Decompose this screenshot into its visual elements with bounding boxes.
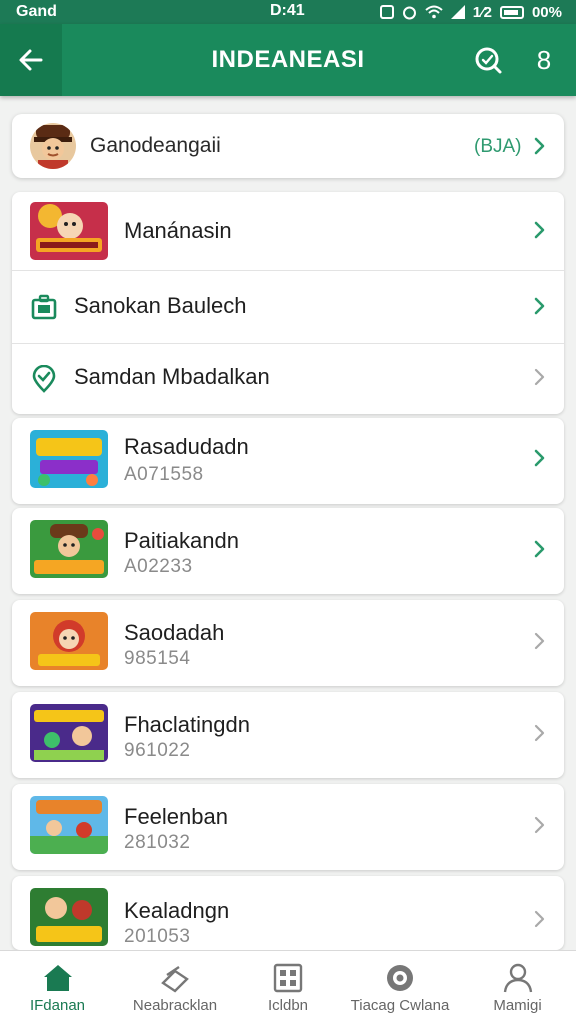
game-card[interactable]: Rasadudadn A071558 <box>12 418 564 504</box>
nav-label: Tiacag Cwlana <box>350 997 450 1014</box>
game-title: Saodadah <box>124 620 225 645</box>
nav-label: Icldbn <box>267 997 309 1014</box>
chevron-right-icon <box>534 368 545 386</box>
list-item[interactable]: Manánasin <box>12 192 564 270</box>
wifi-icon <box>425 5 443 19</box>
game-thumbnail-icon <box>30 520 108 578</box>
back-button[interactable] <box>0 24 62 96</box>
list-item[interactable]: Samdan Mbadalkan <box>12 344 564 414</box>
nav-label: IFdanan <box>29 997 86 1014</box>
game-card[interactable]: Fhaclatingdn 961022 <box>12 692 564 778</box>
search-button[interactable] <box>470 42 506 78</box>
battery-icon <box>499 5 524 19</box>
battery-level: 00% <box>531 3 562 21</box>
status-time: D:41 <box>270 2 305 19</box>
game-thumbnail-icon <box>30 796 108 854</box>
chevron-right-icon <box>534 816 545 834</box>
game-subtitle: A02233 <box>124 556 193 577</box>
briefcase-icon <box>31 294 57 320</box>
game-title: Rasadudadn <box>124 434 249 459</box>
status-icons: 1⁄2 00% <box>379 3 562 21</box>
game-title: Kealadngn <box>124 898 230 923</box>
nav-item-target[interactable]: Tiacag Cwlana <box>341 951 459 1024</box>
chevron-right-icon <box>534 910 545 928</box>
game-thumbnail-icon <box>30 612 108 670</box>
home-icon <box>42 963 74 993</box>
game-card[interactable]: Kealadngn 201053 <box>12 876 564 950</box>
chevron-right-icon <box>534 724 545 742</box>
alarm-icon <box>402 5 417 20</box>
game-subtitle: 985154 <box>124 648 191 669</box>
list-item-label: Samdan Mbadalkan <box>74 364 270 389</box>
nav-label: Mamigi <box>493 997 542 1014</box>
chevron-right-icon <box>534 540 545 558</box>
carrier-label: Gand <box>16 3 57 20</box>
profile-name: Ganodeangaii <box>90 134 221 157</box>
status-icons-text: 1⁄2 <box>472 3 492 21</box>
grid-icon <box>272 963 304 993</box>
arrow-left-icon <box>19 49 43 71</box>
bottom-nav: IFdanan Neabracklan Icldbn Tiacag Cwlana… <box>0 950 576 1024</box>
chevron-right-icon <box>534 221 545 239</box>
settings-card: Manánasin Sanokan Baulech Samdan Mbadalk… <box>12 192 564 414</box>
game-thumbnail-icon <box>30 704 108 762</box>
list-item[interactable]: Sanokan Baulech <box>12 271 564 343</box>
nav-item-home[interactable]: IFdanan <box>0 951 115 1024</box>
chevron-right-icon <box>534 449 545 467</box>
game-thumbnail-icon <box>30 202 108 260</box>
more-button[interactable]: 8 <box>526 42 562 78</box>
nav-label: Neabracklan <box>132 997 218 1014</box>
profile-badge: (BJA) <box>474 136 522 157</box>
location-check-icon <box>32 365 56 393</box>
search-icon <box>475 47 502 74</box>
game-subtitle: 961022 <box>124 740 191 761</box>
chevron-right-icon <box>534 137 545 155</box>
nfc-icon <box>379 5 394 19</box>
nav-item-store[interactable]: Neabracklan <box>115 951 235 1024</box>
chevron-right-icon <box>534 632 545 650</box>
game-card[interactable]: Saodadah 985154 <box>12 600 564 686</box>
game-subtitle: 281032 <box>124 832 191 853</box>
list-item-label: Sanokan Baulech <box>74 293 247 318</box>
game-subtitle: A071558 <box>124 464 204 485</box>
game-card[interactable]: Feelenban 281032 <box>12 784 564 870</box>
store-icon <box>159 963 191 993</box>
signal-icon <box>450 5 465 19</box>
list-item-label: Manánasin <box>124 218 232 243</box>
status-bar: Gand D:41 1⁄2 00% <box>0 0 576 24</box>
app-bar: INDEANEASI 8 <box>0 24 576 96</box>
profile-icon <box>502 963 534 993</box>
target-icon <box>384 963 416 993</box>
game-card[interactable]: Paitiakandn A02233 <box>12 508 564 594</box>
chevron-right-icon <box>534 297 545 315</box>
game-thumbnail-icon <box>30 430 108 488</box>
nav-item-profile[interactable]: Mamigi <box>459 951 576 1024</box>
profile-card[interactable]: Ganodeangaii (BJA) <box>12 114 564 178</box>
game-thumbnail-icon <box>30 888 108 946</box>
nav-item-grid[interactable]: Icldbn <box>235 951 341 1024</box>
game-title: Paitiakandn <box>124 528 239 553</box>
page-title: INDEANEASI <box>211 46 365 73</box>
avatar <box>30 123 76 169</box>
game-subtitle: 201053 <box>124 926 191 947</box>
game-title: Fhaclatingdn <box>124 712 250 737</box>
game-title: Feelenban <box>124 804 228 829</box>
